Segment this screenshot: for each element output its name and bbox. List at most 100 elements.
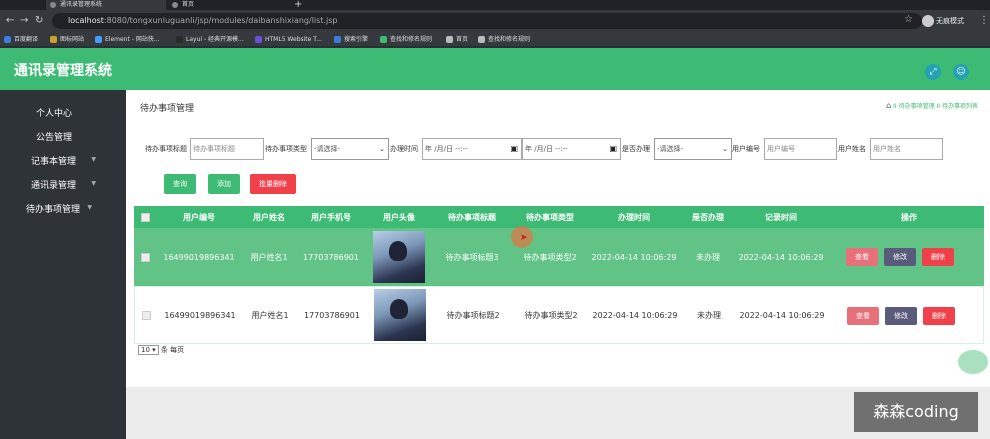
user-icon[interactable]: ☺ — [953, 64, 969, 80]
done-select-value: -请选择- — [657, 145, 684, 153]
delete-button[interactable]: 删除 — [922, 248, 954, 266]
sidebar-item-notice[interactable]: 公告管理 — [0, 130, 126, 143]
cell-record-time: 2022-04-14 10:06:29 — [739, 310, 825, 320]
title-search-input[interactable]: 待办事项标题 — [190, 138, 264, 160]
select-all-checkbox[interactable] — [140, 212, 150, 222]
bookmark-item[interactable]: 首页 — [446, 32, 468, 47]
type-select[interactable]: -请选择- ⌄ — [311, 138, 389, 160]
date-placeholder: 年 /月/日 --:-- — [425, 145, 468, 153]
cell-record-time: 2022-04-14 10:06:29 — [738, 252, 824, 262]
time-end-input[interactable]: 年 /月/日 --:-- ▣ — [522, 138, 621, 160]
bookmark-label: 查找和修名规则 — [488, 36, 531, 43]
row-checkbox[interactable] — [141, 310, 151, 320]
breadcrumb: ⌂ II 待办事项管理 II 待办事项列表 — [886, 101, 978, 110]
header-cell: 用户姓名 — [253, 212, 285, 222]
row-checkbox[interactable] — [140, 252, 150, 262]
bookmarks-bar: 百度翻译 图标网站 Element - 网站快... Layui - 经典开源模… — [0, 32, 990, 47]
bookmark-label: 搜索引擎 — [344, 36, 369, 43]
content-panel: 待办事项管理 ⌂ II 待办事项管理 II 待办事项列表 待办事项标题 待办事项… — [126, 90, 990, 387]
chevron-down-icon: ⌄ — [379, 145, 385, 153]
sidebar-item-label: 公告管理 — [36, 133, 73, 143]
calendar-icon[interactable]: ▣ — [609, 139, 617, 159]
edit-button[interactable]: 修改 — [884, 248, 916, 266]
floating-decoration — [958, 350, 988, 374]
page-title: 待办事项管理 — [140, 104, 195, 114]
pagination: 10 ▾ 条 每页 — [138, 345, 184, 355]
view-button[interactable]: 查看 — [847, 307, 879, 325]
calendar-icon[interactable]: ▣ — [510, 139, 518, 159]
bookmark-item[interactable]: 查找和修名规则 — [380, 32, 432, 47]
bookmark-icon — [255, 36, 262, 43]
url-host: localhost — [68, 16, 104, 25]
bookmark-label: 百度翻译 — [14, 36, 39, 43]
header-cell: 操作 — [901, 212, 917, 222]
bookmark-item[interactable]: 百度翻译 — [4, 32, 38, 47]
breadcrumb-item[interactable]: 待办事项管理 — [899, 103, 935, 110]
user-name-input[interactable]: 用户姓名 — [870, 138, 943, 160]
batch-delete-button[interactable]: 批量删除 — [250, 174, 296, 194]
mouse-cursor-highlight: ➤ — [511, 226, 533, 248]
edit-button[interactable]: 修改 — [885, 307, 917, 325]
sidebar-item-profile[interactable]: 个人中心 — [0, 106, 126, 119]
bookmark-item[interactable]: HTML5 Website T... — [255, 32, 322, 47]
bookmark-icon — [380, 36, 387, 43]
cell-user-no: 16499019896341 — [163, 252, 235, 262]
bookmark-icon — [50, 36, 57, 43]
time-start-input[interactable]: 年 /月/日 --:-- ▣ — [422, 138, 522, 160]
bookmark-item[interactable]: 搜索引擎 — [334, 32, 368, 47]
cell-avatar — [369, 287, 431, 343]
done-select[interactable]: -请选择- ⌄ — [654, 138, 732, 160]
browser-tab[interactable]: 通讯录管理系统 — [46, 0, 166, 10]
avatar-image — [373, 231, 425, 283]
row-checkbox-cell — [138, 228, 152, 286]
home-icon[interactable]: ⌂ — [886, 101, 891, 110]
bookmark-star-icon[interactable]: ☆ — [904, 14, 913, 25]
forward-icon[interactable]: → — [20, 15, 28, 27]
view-button[interactable]: 查看 — [846, 248, 878, 266]
user-no-input[interactable]: 用户编号 — [764, 138, 837, 160]
bookmark-item[interactable]: Layui - 经典开源模... — [176, 32, 244, 47]
table-row[interactable]: 16499019896341 用户姓名1 17703786901 待办事项标题2… — [134, 286, 984, 344]
page-size-value: 10 — [141, 346, 150, 354]
search-button[interactable]: 查询 — [164, 174, 196, 194]
add-button[interactable]: 添加 — [208, 174, 240, 194]
browser-menu-icon[interactable]: ⋮ — [979, 15, 989, 26]
cell-title: 待办事项标题2 — [446, 310, 500, 320]
main-content: 待办事项管理 ⌂ II 待办事项管理 II 待办事项列表 待办事项标题 待办事项… — [126, 90, 990, 439]
chevron-down-icon: ▼ — [87, 204, 92, 211]
header-cell: 是否办理 — [692, 212, 724, 222]
table-row[interactable]: 16499019896341 用户姓名1 17703786901 待办事项标题3… — [134, 228, 984, 286]
browser-tabbar: 通讯录管理系统 首页 + — [0, 0, 990, 10]
header-checkbox-cell — [138, 206, 152, 228]
profile-button[interactable]: 无痕模式 — [922, 14, 964, 28]
breadcrumb-item: 待办事项列表 — [941, 103, 978, 110]
header-cell: 待办事项类型 — [526, 212, 574, 222]
bookmark-icon — [176, 36, 183, 43]
avatar-image — [374, 289, 426, 341]
sidebar-item-label: 待办事项管理 — [26, 205, 81, 215]
url-input[interactable]: localhost:8080/tongxunluguanli/jsp/modul… — [52, 13, 922, 29]
back-icon[interactable]: ← — [6, 15, 14, 27]
page-size-select[interactable]: 10 ▾ — [138, 345, 159, 355]
new-tab-icon[interactable]: + — [294, 0, 302, 10]
sidebar-item-label: 通讯录管理 — [31, 181, 77, 191]
url-path: :8080/tongxunluguanli/jsp/modules/daiban… — [103, 16, 338, 25]
browser-tab[interactable]: 首页 — [168, 0, 278, 10]
sidebar-item-contacts[interactable]: 通讯录管理 ▼ — [0, 178, 126, 191]
browser-tab-title: 首页 — [182, 1, 195, 8]
bookmark-item[interactable]: 图标网站 — [50, 32, 84, 47]
bookmark-label: Layui - 经典开源模... — [186, 36, 244, 43]
browser-tab-title: 通讯录管理系统 — [60, 1, 103, 8]
bookmark-item[interactable]: Element - 网站快... — [95, 32, 160, 47]
bookmark-item[interactable]: 查找和修名规则 — [478, 32, 530, 47]
watermark: 森森coding — [854, 392, 978, 432]
sidebar-item-todo[interactable]: 待办事项管理 ▼ — [0, 202, 126, 215]
chevron-down-icon: ▼ — [91, 180, 96, 187]
sidebar-item-notepad[interactable]: 记事本管理 ▼ — [0, 154, 126, 167]
row-checkbox-cell — [139, 287, 153, 343]
reload-icon[interactable]: ↻ — [35, 15, 43, 27]
delete-button[interactable]: 删除 — [923, 307, 955, 325]
fullscreen-icon[interactable]: ⤢ — [925, 64, 941, 80]
page-size-label: 条 每页 — [160, 346, 185, 354]
cell-title: 待办事项标题3 — [445, 252, 499, 262]
